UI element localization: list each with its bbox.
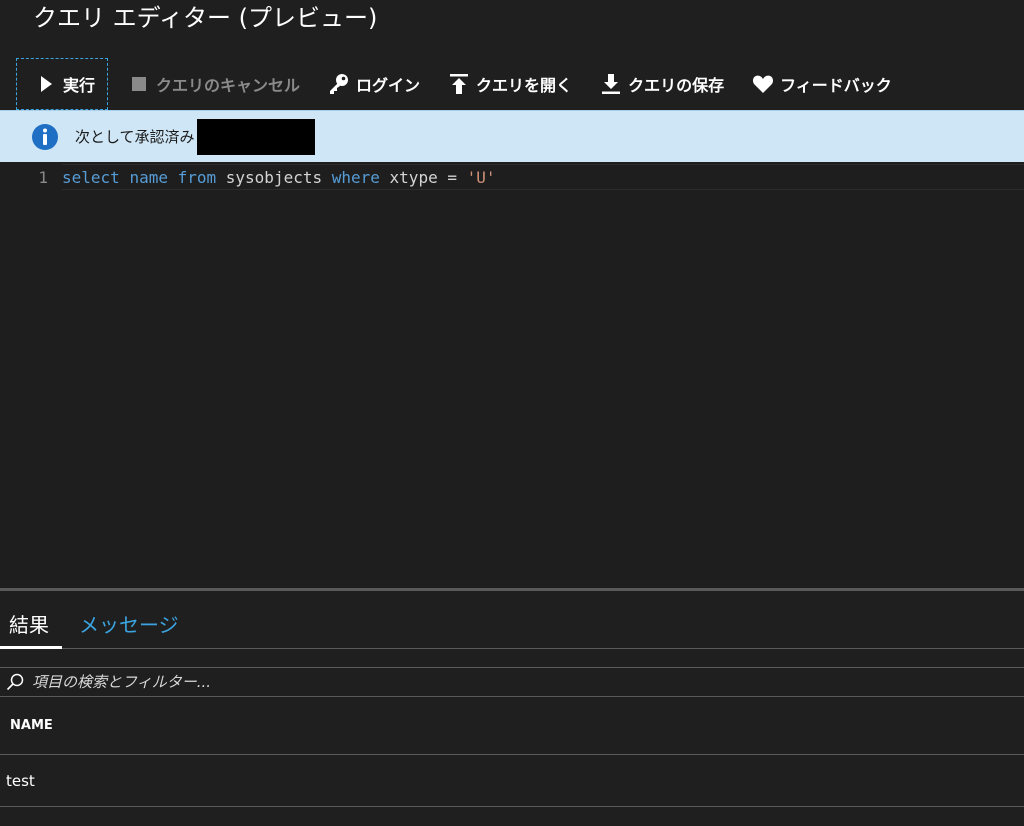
toolbar: 実行 クエリのキャンセル ログイン クエリを開く クエリの保存 フィードバック	[0, 58, 1024, 110]
keyword-token: name	[129, 167, 168, 187]
open-query-button[interactable]: クエリを開く	[436, 58, 586, 110]
tab-messages[interactable]: メッセージ	[79, 609, 179, 638]
column-header-name[interactable]: NAME	[0, 697, 1024, 755]
tab-results[interactable]: 結果	[0, 609, 62, 649]
results-tabs: 結果 メッセージ	[0, 591, 1024, 649]
download-icon	[600, 73, 622, 95]
run-button[interactable]: 実行	[16, 58, 109, 110]
cancel-query-button[interactable]: クエリのキャンセル	[116, 58, 314, 110]
filter-bar	[0, 667, 1024, 697]
query-editor[interactable]: 1 select name from sysobjects where xtyp…	[0, 162, 1024, 588]
feedback-label: フィードバック	[780, 76, 892, 95]
editor-line[interactable]: 1 select name from sysobjects where xtyp…	[0, 164, 1024, 190]
play-icon	[35, 73, 57, 95]
save-query-button[interactable]: クエリの保存	[588, 58, 738, 110]
filter-input[interactable]	[30, 669, 1024, 695]
redacted-account	[196, 118, 315, 155]
save-query-label: クエリの保存	[628, 76, 725, 95]
stop-icon	[128, 73, 150, 95]
auth-banner-text: 次として承認済み	[75, 128, 195, 146]
run-label: 実行	[63, 76, 96, 95]
login-button[interactable]: ログイン	[316, 58, 434, 110]
keyword-token: from	[177, 167, 217, 187]
page-title: クエリ エディター (プレビュー)	[33, 4, 378, 32]
auth-info-banner: 次として承認済み	[0, 110, 1024, 162]
line-number: 1	[38, 167, 48, 187]
table-row[interactable]: test	[0, 755, 1024, 807]
key-icon	[328, 73, 350, 95]
cancel-query-label: クエリのキャンセル	[156, 76, 301, 95]
upload-icon	[448, 73, 470, 95]
feedback-button[interactable]: フィードバック	[740, 58, 906, 110]
table-cell: test	[6, 771, 35, 790]
login-label: ログイン	[356, 76, 421, 95]
string-token: 'U'	[466, 167, 496, 187]
heart-icon	[752, 73, 774, 95]
search-icon	[6, 673, 24, 691]
keyword-token: select	[62, 167, 120, 187]
keyword-token: where	[331, 167, 380, 187]
code-token: sysobjects	[216, 167, 332, 187]
info-icon	[32, 123, 58, 150]
results-pane: 結果 メッセージ NAME test	[0, 591, 1024, 826]
code-token: xtype =	[379, 167, 467, 187]
open-query-label: クエリを開く	[476, 76, 573, 95]
code-text[interactable]: select name from sysobjects where xtype …	[62, 168, 496, 187]
